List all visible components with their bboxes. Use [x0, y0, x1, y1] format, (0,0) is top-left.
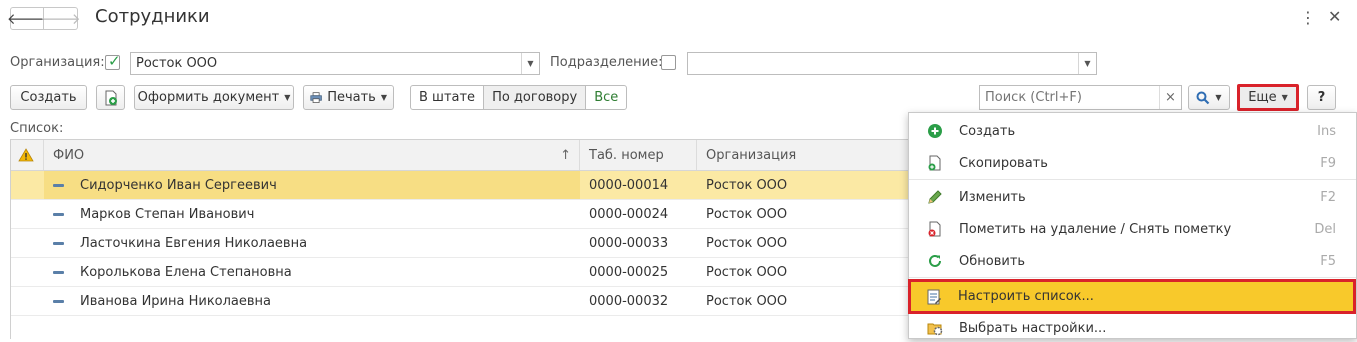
organization-value: Росток ООО [136, 56, 218, 71]
employee-icon [53, 213, 64, 216]
tab-number-cell: 0000-00033 [589, 235, 669, 251]
caret-down-icon: ▼ [1215, 93, 1222, 102]
help-button[interactable]: ? [1307, 85, 1336, 110]
list-label: Список: [10, 121, 64, 136]
tab-number-cell: 0000-00025 [589, 264, 669, 280]
document-add-icon [105, 90, 117, 105]
search-icon [1196, 91, 1210, 104]
tab-number-cell: 0000-00024 [589, 206, 669, 222]
department-field[interactable]: ▼ [687, 52, 1097, 75]
sort-ascending-icon: ↑ [560, 147, 571, 163]
tab-number-cell: 0000-00032 [589, 293, 669, 309]
shortcut: Del [1314, 221, 1336, 237]
menu-item-choose-settings[interactable]: Выбрать настройки... [909, 314, 1356, 342]
menu-item-configure-list[interactable]: Настроить список... [908, 279, 1356, 314]
choose-settings-icon [927, 323, 943, 336]
create-button[interactable]: Создать [10, 85, 87, 110]
more-button[interactable]: Еще ▼ [1237, 84, 1299, 111]
fio-cell: Сидорченко Иван Сергеевич [44, 171, 580, 199]
search-field[interactable]: × [979, 85, 1182, 110]
shortcut: F5 [1320, 253, 1336, 269]
make-document-button[interactable]: Оформить документ ▼ [134, 85, 294, 110]
forward-button[interactable]: 🡒 [40, 7, 81, 30]
menu-divider [909, 179, 1356, 180]
filter-staff-button[interactable]: В штате [411, 86, 485, 109]
arrow-right-icon: 🡒 [40, 10, 81, 28]
caret-down-icon: ▼ [1281, 93, 1288, 102]
menu-item-mark-deletion[interactable]: Пометить на удаление / Снять пометку Del [909, 213, 1356, 245]
filter-all-button[interactable]: Все [586, 86, 626, 109]
employment-filter-group: В штате По договору Все [410, 85, 628, 110]
shortcut: Ins [1317, 123, 1336, 139]
back-button[interactable]: 🡐 [7, 7, 47, 30]
copy-document-icon [928, 155, 941, 171]
organization-cell: Росток ООО [706, 235, 788, 251]
employee-icon [53, 184, 64, 187]
dropdown-arrow-icon[interactable]: ▼ [1078, 53, 1096, 74]
employee-icon [53, 300, 64, 303]
column-header-fio[interactable]: ФИО ↑ [44, 140, 580, 170]
print-button[interactable]: Печать ▼ [303, 85, 394, 110]
department-label: Подразделение: [550, 55, 663, 70]
search-input[interactable] [980, 86, 1158, 109]
tab-number-cell: 0000-00014 [589, 177, 669, 193]
employee-icon [53, 242, 64, 245]
fio-cell: Королькова Елена Степановна [44, 258, 580, 286]
refresh-icon [929, 254, 941, 267]
organization-cell: Росток ООО [706, 293, 788, 309]
menu-item-edit[interactable]: Изменить F2 [909, 181, 1356, 213]
organization-cell: Росток ООО [706, 177, 788, 193]
shortcut: F2 [1320, 189, 1336, 205]
print-label: Печать [327, 90, 376, 105]
organization-cell: Росток ООО [706, 264, 788, 280]
caret-down-icon: ▼ [380, 93, 387, 102]
fio-cell: Марков Степан Иванович [44, 200, 580, 228]
department-checkbox[interactable] [661, 55, 676, 70]
organization-checkbox[interactable]: ✓ [105, 52, 121, 70]
shortcut: F9 [1320, 155, 1336, 171]
caret-down-icon: ▼ [284, 93, 291, 102]
more-dropdown-menu: Создать Ins Скопировать F9 Изменить F2 П… [908, 112, 1357, 339]
more-label: Еще [1248, 90, 1277, 105]
fio-cell: Ласточкина Евгения Николаевна [44, 229, 580, 257]
delete-mark-icon [928, 221, 941, 237]
menu-item-copy[interactable]: Скопировать F9 [909, 147, 1356, 179]
column-header-tab-number[interactable]: Таб. номер [580, 140, 697, 170]
employee-icon [53, 271, 64, 274]
organization-label: Организация: [10, 55, 105, 70]
fio-cell: Иванова Ирина Николаевна [44, 287, 580, 315]
menu-item-refresh[interactable]: Обновить F5 [909, 245, 1356, 277]
more-actions-icon[interactable]: ⋮ [1300, 8, 1316, 27]
dropdown-arrow-icon[interactable]: ▼ [521, 53, 539, 74]
warning-column-header[interactable] [11, 140, 44, 170]
clear-search-icon[interactable]: × [1159, 86, 1181, 109]
printer-icon [310, 91, 322, 103]
menu-item-create[interactable]: Создать Ins [909, 115, 1356, 147]
make-document-label: Оформить документ [137, 90, 280, 105]
check-icon: ✓ [108, 52, 121, 70]
search-button[interactable]: ▼ [1188, 85, 1230, 110]
create-copy-button[interactable] [96, 85, 125, 110]
close-icon[interactable]: ✕ [1328, 7, 1341, 26]
page-title: Сотрудники [95, 6, 210, 27]
column-header-label: ФИО [53, 147, 85, 163]
menu-divider [909, 277, 1356, 278]
list-settings-icon [927, 289, 941, 305]
warning-icon [18, 148, 34, 162]
pencil-icon [928, 190, 942, 204]
organization-field[interactable]: Росток ООО ▼ [130, 52, 540, 75]
plus-circle-icon [928, 124, 942, 138]
filter-contract-button[interactable]: По договору [484, 86, 587, 109]
organization-cell: Росток ООО [706, 206, 788, 222]
